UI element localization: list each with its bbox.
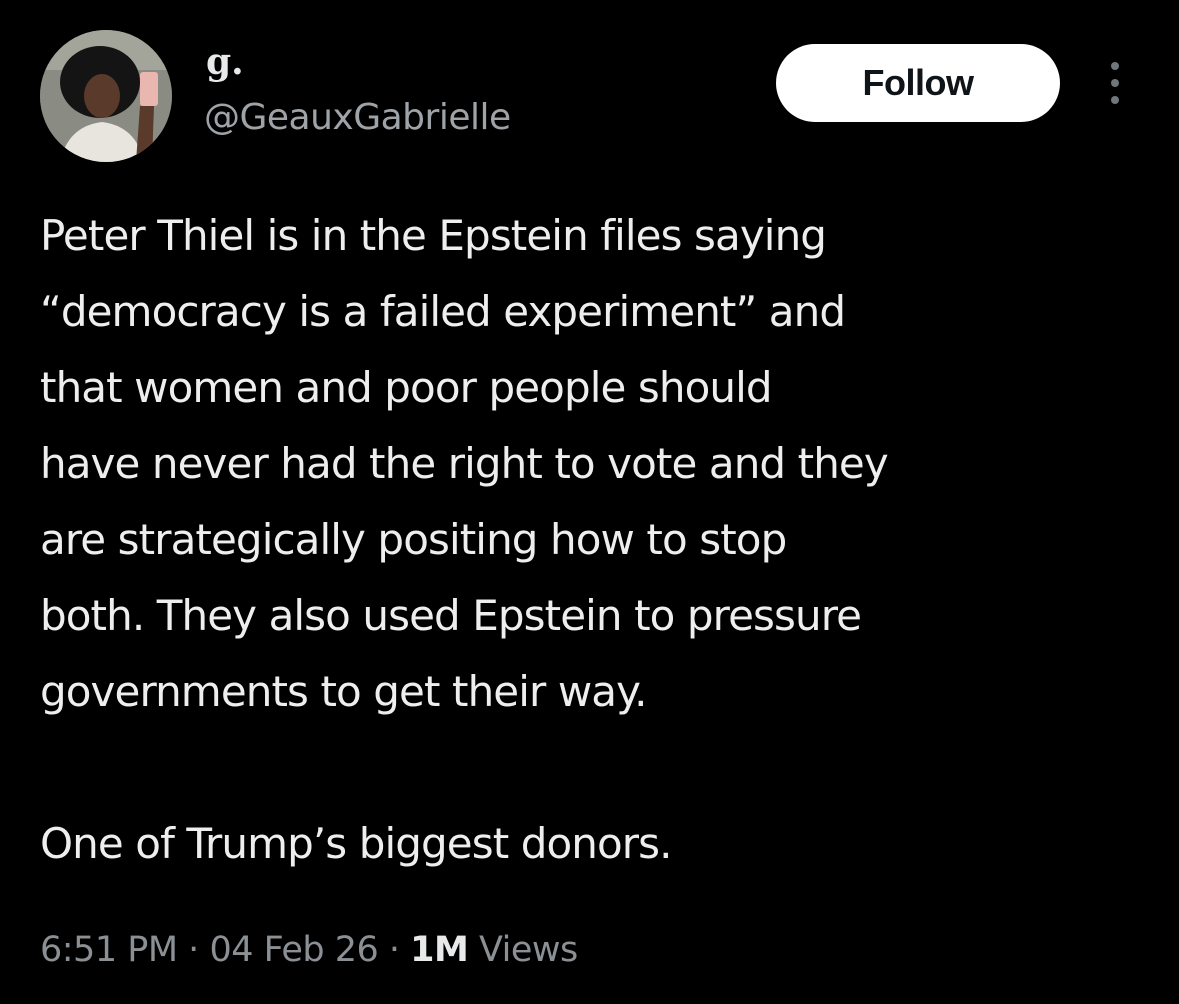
- tweet-text-line: both. They also used Epstein to pressure: [40, 591, 862, 640]
- follow-button[interactable]: Follow: [776, 44, 1060, 122]
- tweet-text-closing: One of Trump’s biggest donors.: [40, 819, 672, 868]
- tweet-text-line: Peter Thiel is in the Epstein files sayi…: [40, 211, 827, 260]
- tweet-text-line: have never had the right to vote and the…: [40, 439, 889, 488]
- tweet-text-line: “democracy is a failed experiment” and: [40, 287, 846, 336]
- tweet-text-line: that women and poor people should: [40, 363, 773, 412]
- tweet-date[interactable]: 04 Feb 26: [209, 930, 378, 970]
- views-label: Views: [479, 930, 578, 970]
- views-count: 1M: [410, 930, 469, 970]
- meta-separator: ·: [388, 930, 400, 970]
- tweet-text-line: governments to get their way.: [40, 667, 647, 716]
- tweet-time[interactable]: 6:51 PM: [40, 930, 178, 970]
- tweet-text-line: are strategically positing how to stop: [40, 515, 787, 564]
- display-name[interactable]: g.: [206, 40, 244, 84]
- avatar[interactable]: [40, 30, 172, 162]
- more-horizontal-icon[interactable]: [1100, 58, 1130, 108]
- tweet-text: Peter Thiel is in the Epstein files sayi…: [40, 198, 1150, 882]
- user-handle[interactable]: @GeauxGabrielle: [204, 94, 511, 142]
- avatar-image: [40, 30, 172, 162]
- tweet-meta: 6:51 PM · 04 Feb 26 · 1M Views: [40, 922, 578, 978]
- meta-separator: ·: [188, 930, 199, 970]
- tweet-card: g. @GeauxGabrielle Follow Peter Thiel is…: [0, 0, 1179, 1004]
